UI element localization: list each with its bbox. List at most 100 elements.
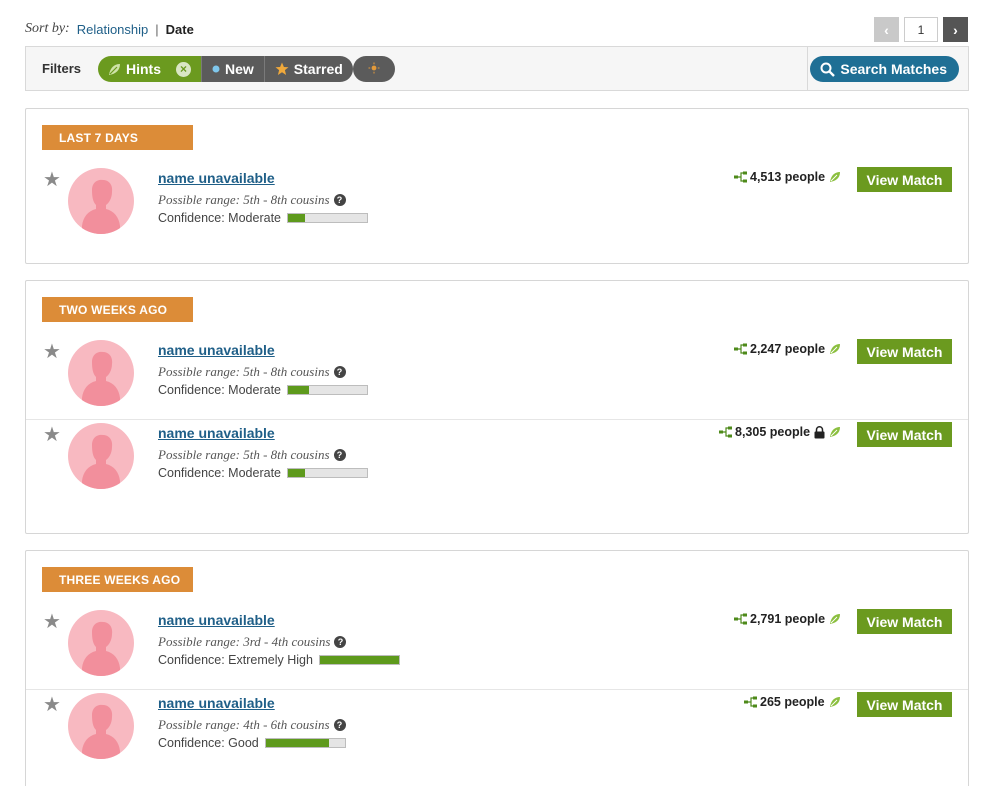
lock-icon <box>814 425 825 439</box>
silhouette-icon <box>82 704 120 759</box>
filter-hints[interactable]: Hints × <box>98 56 202 82</box>
filter-starred-label: Starred <box>293 61 343 77</box>
filter-starred[interactable]: Starred <box>264 56 353 82</box>
match-name-link[interactable]: name unavailable <box>158 342 275 358</box>
help-icon[interactable]: ? <box>333 719 346 731</box>
help-icon[interactable]: ? <box>333 194 346 206</box>
match-confidence: Confidence: Moderate <box>158 466 368 480</box>
leaf-icon <box>108 63 121 76</box>
confidence-bar-fill <box>288 469 306 477</box>
sort-separator: | <box>155 21 159 37</box>
match-range-text: Possible range: 4th - 6th cousins <box>158 717 330 732</box>
match-confidence: Confidence: Moderate <box>158 383 368 397</box>
star-icon <box>275 62 289 76</box>
match-name-link[interactable]: name unavailable <box>158 695 275 711</box>
filters-bar: Filters Hints × New Starred Search Match… <box>25 46 969 91</box>
filter-sun[interactable] <box>353 56 395 82</box>
match-confidence: Confidence: Moderate <box>158 211 368 225</box>
match-confidence: Confidence: Extremely High <box>158 653 400 667</box>
match-group-three-weeks-ago: THREE WEEKS AGO ★ name unavailable Possi… <box>25 550 969 786</box>
match-name-link[interactable]: name unavailable <box>158 425 275 441</box>
match-row: ★ name unavailable Possible range: 5th -… <box>26 165 968 263</box>
prev-page-button[interactable]: ‹ <box>874 17 899 42</box>
shared-people[interactable]: 265 people <box>744 695 841 709</box>
sort-option-date[interactable]: Date <box>166 22 194 37</box>
confidence-bar-fill <box>319 656 399 664</box>
group-label: THREE WEEKS AGO <box>42 567 193 592</box>
sort-label: Sort by: <box>25 21 70 36</box>
star-icon[interactable]: ★ <box>43 167 61 192</box>
confidence-bar <box>318 655 400 665</box>
help-icon[interactable]: ? <box>333 449 346 461</box>
match-confidence-text: Confidence: Moderate <box>158 383 281 397</box>
family-tree-icon <box>744 696 758 708</box>
view-match-button[interactable]: View Match <box>857 339 952 364</box>
star-icon[interactable]: ★ <box>43 422 61 447</box>
confidence-bar <box>287 468 368 478</box>
match-range: Possible range: 3rd - 4th cousins ? <box>158 634 347 650</box>
hint-leaf-icon <box>829 343 841 355</box>
confidence-bar <box>287 213 368 223</box>
silhouette-icon <box>82 351 120 406</box>
match-range: Possible range: 5th - 8th cousins ? <box>158 192 346 208</box>
confidence-bar-fill <box>288 214 306 222</box>
shared-people[interactable]: 2,791 people <box>734 612 841 626</box>
match-confidence-text: Confidence: Good <box>158 736 259 750</box>
star-icon[interactable]: ★ <box>43 339 61 364</box>
sort-option-relationship[interactable]: Relationship <box>77 22 149 37</box>
avatar[interactable] <box>68 423 134 489</box>
avatar[interactable] <box>68 340 134 406</box>
match-range: Possible range: 5th - 8th cousins ? <box>158 447 346 463</box>
group-label: LAST 7 DAYS <box>42 125 193 150</box>
view-match-button[interactable]: View Match <box>857 422 952 447</box>
filter-new[interactable]: New <box>202 56 265 82</box>
hint-leaf-icon <box>829 426 841 438</box>
search-matches-label: Search Matches <box>840 61 947 77</box>
shared-people-count: 4,513 people <box>750 170 826 184</box>
match-group-last-7-days: LAST 7 DAYS ★ name unavailable Possible … <box>25 108 969 264</box>
match-row: ★ name unavailable Possible range: 4th -… <box>26 689 968 786</box>
match-confidence-text: Confidence: Moderate <box>158 211 281 225</box>
match-range: Possible range: 5th - 8th cousins ? <box>158 364 346 380</box>
avatar[interactable] <box>68 693 134 759</box>
shared-people[interactable]: 8,305 people <box>719 425 841 439</box>
silhouette-icon <box>82 434 120 489</box>
next-page-button[interactable]: › <box>943 17 968 42</box>
family-tree-icon <box>734 343 748 355</box>
shared-people-count: 265 people <box>760 695 825 709</box>
filters-label: Filters <box>42 61 82 76</box>
star-icon[interactable]: ★ <box>43 692 61 717</box>
search-icon <box>820 62 836 77</box>
help-icon[interactable]: ? <box>333 366 346 378</box>
view-match-button[interactable]: View Match <box>857 609 952 634</box>
view-match-button[interactable]: View Match <box>857 167 952 192</box>
shared-people-count: 2,791 people <box>750 612 826 626</box>
confidence-bar-fill <box>288 386 310 394</box>
view-match-button[interactable]: View Match <box>857 692 952 717</box>
shared-people[interactable]: 4,513 people <box>734 170 841 184</box>
chevron-left-icon: ‹ <box>884 21 889 38</box>
search-matches-button[interactable]: Search Matches <box>810 56 959 82</box>
filter-hints-label: Hints <box>126 61 161 77</box>
match-confidence-text: Confidence: Extremely High <box>158 653 313 667</box>
avatar[interactable] <box>68 610 134 676</box>
match-confidence-text: Confidence: Moderate <box>158 466 281 480</box>
match-range-text: Possible range: 3rd - 4th cousins <box>158 634 331 649</box>
hint-leaf-icon <box>829 613 841 625</box>
star-icon[interactable]: ★ <box>43 609 61 634</box>
close-icon[interactable]: × <box>176 61 191 77</box>
confidence-bar <box>264 738 346 748</box>
match-range: Possible range: 4th - 6th cousins ? <box>158 717 346 733</box>
match-name-link[interactable]: name unavailable <box>158 612 275 628</box>
page-number-input[interactable]: 1 <box>904 17 938 42</box>
help-icon[interactable]: ? <box>334 636 347 648</box>
hint-leaf-icon <box>829 696 841 708</box>
chevron-right-icon: › <box>953 21 958 38</box>
shared-people-count: 2,247 people <box>750 342 826 356</box>
avatar[interactable] <box>68 168 134 234</box>
shared-people[interactable]: 2,247 people <box>734 342 841 356</box>
match-name-link[interactable]: name unavailable <box>158 170 275 186</box>
confidence-bar <box>287 385 368 395</box>
family-tree-icon <box>719 426 733 438</box>
silhouette-icon <box>82 621 120 676</box>
